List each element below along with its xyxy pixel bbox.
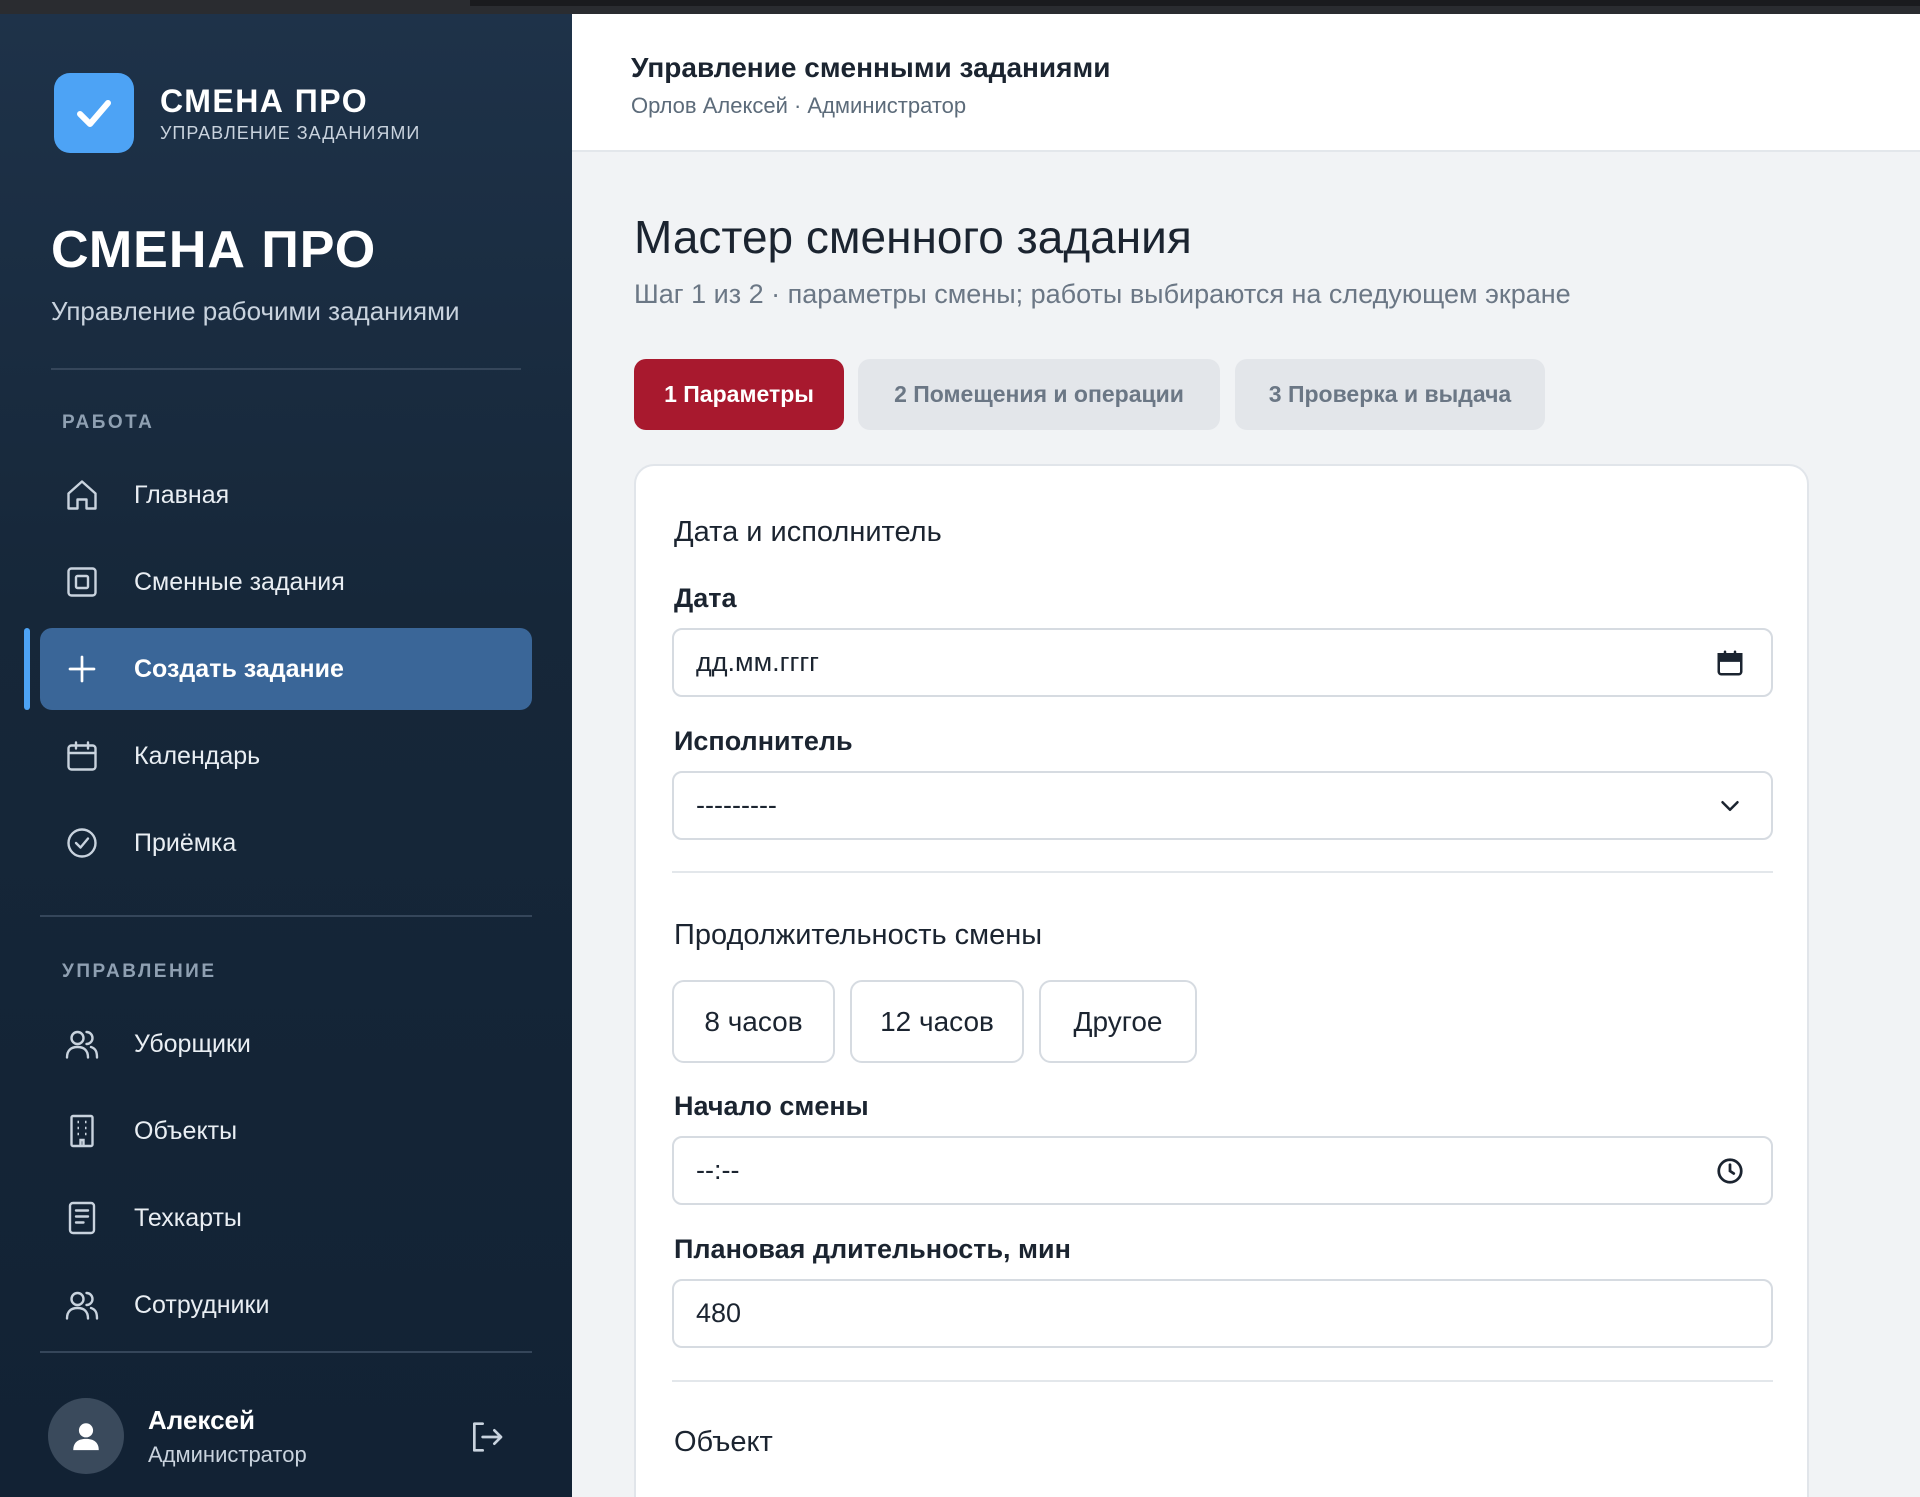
shift-start-label: Начало смены (674, 1091, 869, 1121)
nav-label: Объекты (134, 1116, 238, 1145)
date-input[interactable]: дд.мм.гггг (672, 628, 1773, 697)
page-title: Мастер сменного задания (634, 211, 1192, 263)
active-indicator (24, 628, 30, 710)
nav-label: Сотрудники (134, 1290, 270, 1319)
nav-label: Календарь (134, 741, 261, 770)
executor-value: --------- (696, 790, 777, 820)
window-top-strip (0, 0, 1920, 14)
sidebar: СМЕНА ПРО УПРАВЛЕНИЕ ЗАДАНИЯМИ СМЕНА ПРО… (0, 14, 572, 1497)
step-tab-review-issue[interactable]: 3 Проверка и выдача (1235, 359, 1545, 430)
nav-label: Главная (134, 480, 230, 509)
shift-start-value: --:-- (696, 1155, 740, 1185)
nav-item-objects[interactable]: Объекты (40, 1090, 532, 1172)
users-icon (62, 1024, 102, 1064)
step-tab-parameters[interactable]: 1 Параметры (634, 359, 844, 430)
header-subtitle: Орлов Алексей · Администратор (631, 93, 967, 118)
chevron-down-icon (1715, 791, 1745, 821)
planned-duration-value: 480 (696, 1298, 742, 1328)
nav-label: Приёмка (134, 828, 237, 857)
executor-select[interactable]: --------- (672, 771, 1773, 840)
planned-duration-label: Плановая длительность, мин (674, 1234, 1071, 1264)
duration-option-8h[interactable]: 8 часов (672, 980, 835, 1063)
checkmark-logo-icon (54, 73, 134, 153)
nav-item-home[interactable]: Главная (40, 454, 532, 536)
nav-label: Создать задание (134, 654, 344, 683)
tasks-icon (62, 562, 102, 602)
sidebar-title: СМЕНА ПРО (51, 221, 377, 279)
user-name: Алексей (148, 1404, 255, 1435)
building-icon (62, 1111, 102, 1151)
step-tab-rooms-operations[interactable]: 2 Помещения и операции (858, 359, 1220, 430)
divider (672, 1380, 1773, 1382)
sidebar-subtitle: Управление рабочими заданиями (51, 296, 460, 326)
section-heading-duration: Продолжительность смены (674, 919, 1043, 951)
section-heading-date-executor: Дата и исполнитель (674, 516, 942, 548)
date-value: дд.мм.гггг (696, 647, 820, 677)
calendar-picker-icon[interactable] (1715, 648, 1745, 678)
nav-item-shift-tasks[interactable]: Сменные задания (40, 541, 532, 623)
nav-label: Сменные задания (134, 567, 345, 596)
nav-item-calendar[interactable]: Календарь (40, 715, 532, 797)
date-label: Дата (674, 583, 737, 613)
section-label-work: РАБОТА (62, 412, 155, 433)
calendar-icon (62, 736, 102, 776)
section-label-management: УПРАВЛЕНИЕ (62, 961, 217, 982)
divider (51, 368, 521, 370)
nav-label: Техкарты (134, 1203, 242, 1232)
duration-option-12h[interactable]: 12 часов (850, 980, 1024, 1063)
section-heading-object: Объект (674, 1426, 773, 1458)
divider (672, 871, 1773, 873)
check-circle-icon (62, 823, 102, 863)
duration-option-other[interactable]: Другое (1039, 980, 1197, 1063)
top-header: Управление сменными заданиями Орлов Алек… (572, 14, 1920, 152)
executor-label: Исполнитель (674, 726, 853, 756)
nav-item-acceptance[interactable]: Приёмка (40, 802, 532, 884)
users-icon (62, 1285, 102, 1325)
nav-item-create-task[interactable]: Создать задание (40, 628, 532, 710)
page-subtitle: Шаг 1 из 2 · параметры смены; работы выб… (634, 279, 1571, 309)
brand[interactable]: СМЕНА ПРО УПРАВЛЕНИЕ ЗАДАНИЯМИ (54, 73, 420, 153)
avatar (48, 1398, 124, 1474)
user-role: Администратор (148, 1441, 307, 1467)
user-profile[interactable]: Алексей Администратор (48, 1398, 307, 1474)
planned-duration-input[interactable]: 480 (672, 1279, 1773, 1348)
header-title: Управление сменными заданиями (631, 52, 1111, 83)
brand-tagline: УПРАВЛЕНИЕ ЗАДАНИЯМИ (160, 122, 421, 143)
logout-icon[interactable] (466, 1417, 506, 1457)
nav-item-employees[interactable]: Сотрудники (40, 1264, 532, 1346)
plus-icon (62, 649, 102, 689)
shift-start-input[interactable]: --:-- (672, 1136, 1773, 1205)
nav-item-cleaners[interactable]: Уборщики (40, 1003, 532, 1085)
home-icon (62, 475, 102, 515)
form-card: Дата и исполнитель Дата дд.мм.гггг Испол… (634, 464, 1809, 1497)
nav-item-techcards[interactable]: Техкарты (40, 1177, 532, 1259)
brand-name: СМЕНА ПРО (160, 82, 369, 119)
clock-icon[interactable] (1715, 1156, 1745, 1186)
divider (40, 915, 532, 917)
nav-label: Уборщики (134, 1029, 251, 1058)
document-icon (62, 1198, 102, 1238)
divider (40, 1351, 532, 1353)
